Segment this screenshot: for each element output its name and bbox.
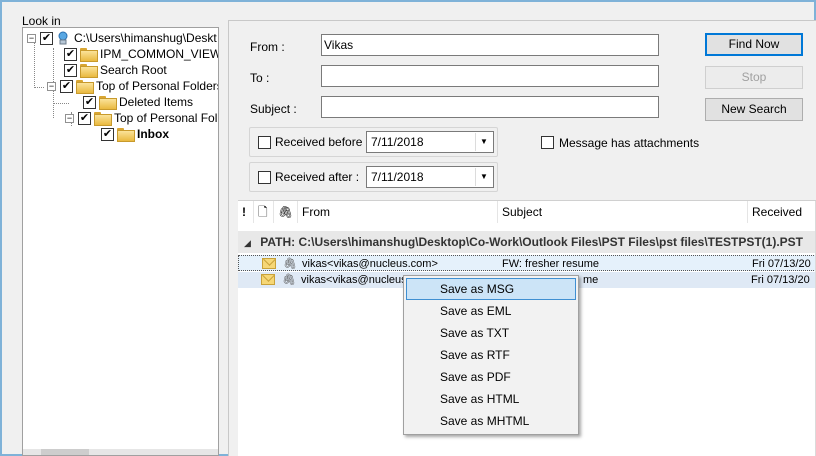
attachment-column-header[interactable]: 🖇	[274, 201, 298, 223]
tree-node-label: IPM_COMMON_VIEWS	[100, 47, 219, 61]
to-input[interactable]	[321, 65, 659, 87]
menu-item-save-as-html[interactable]: Save as HTML	[406, 388, 576, 410]
folder-icon	[99, 96, 117, 110]
subject-column-header[interactable]: Subject	[498, 201, 748, 223]
row-received: Fri 07/13/20	[752, 258, 811, 270]
subject-input[interactable]	[321, 96, 659, 118]
paperclip-icon: 🖇	[282, 274, 296, 286]
tree-node-label: Top of Personal Folders	[96, 79, 219, 93]
tree-checkbox[interactable]: ✔	[78, 111, 91, 125]
tree-node-label: Deleted Items	[119, 95, 194, 109]
attachments-label: Message has attachments	[559, 136, 700, 150]
received-before-datepicker[interactable]: 7/11/2018 ▼	[366, 131, 494, 153]
received-after-group: Received after : 7/11/2018 ▼	[249, 162, 498, 192]
row-subject: me	[583, 274, 599, 286]
tree-connector	[34, 42, 35, 88]
tree-checkbox[interactable]: ✔	[40, 31, 53, 45]
tree-connector	[53, 90, 54, 118]
folder-icon	[76, 80, 94, 94]
tree-horizontal-scrollbar[interactable]	[23, 449, 218, 455]
collapse-icon[interactable]: −	[65, 113, 74, 123]
received-after-checkbox[interactable]	[258, 171, 271, 184]
tree-node-top-of-personal-folders[interactable]: − ✔ Top of Personal Folders	[47, 78, 219, 94]
subject-label: Subject :	[250, 102, 297, 116]
tree-node-search-root[interactable]: ✔ Search Root	[64, 62, 167, 78]
tree-node-ipm-common-views[interactable]: ✔ IPM_COMMON_VIEWS	[64, 46, 219, 62]
importance-column-header[interactable]: !	[238, 201, 254, 223]
received-before-group: Received before : 7/11/2018 ▼	[249, 127, 498, 157]
menu-item-save-as-txt[interactable]: Save as TXT	[406, 322, 576, 344]
received-before-date: 7/11/2018	[371, 135, 424, 149]
attachments-checkbox[interactable]	[541, 136, 554, 149]
received-column-header[interactable]: Received	[748, 201, 816, 223]
to-label: To :	[250, 71, 270, 85]
row-from: vikas<vikas@nucleus	[301, 274, 407, 286]
folder-icon	[94, 112, 112, 126]
envelope-icon	[262, 258, 276, 269]
tree-checkbox[interactable]: ✔	[64, 63, 77, 77]
received-before-label: Received before :	[275, 135, 370, 149]
row-received: Fri 07/13/20	[751, 274, 810, 286]
stop-button[interactable]: Stop	[705, 66, 803, 89]
dropdown-arrow-icon[interactable]: ▼	[475, 133, 492, 151]
menu-item-save-as-mhtml[interactable]: Save as MHTML	[406, 410, 576, 432]
new-search-button[interactable]: New Search	[705, 98, 803, 121]
tree-node-label: C:\Users\himanshug\Deskt	[74, 31, 217, 45]
tree-node-deleted-items[interactable]: ✔ Deleted Items	[83, 94, 193, 110]
collapse-triangle-icon[interactable]: ◢	[244, 238, 251, 248]
table-row[interactable]: 🖇 vikas<vikas@nucleus.com> FW: fresher r…	[238, 255, 816, 271]
tree-node-top-of-personal-fol[interactable]: − ✔ Top of Personal Fol	[65, 110, 217, 126]
folder-icon	[117, 128, 135, 142]
tree-checkbox[interactable]: ✔	[83, 95, 96, 109]
tree-node-label: Top of Personal Fol	[114, 111, 218, 125]
results-header: ! 🗋 🖇 From Subject Received	[238, 201, 816, 223]
menu-item-save-as-rtf[interactable]: Save as RTF	[406, 344, 576, 366]
item-type-column-header[interactable]: 🗋	[254, 201, 274, 223]
received-after-date: 7/11/2018	[371, 170, 424, 184]
paperclip-icon: 🖇	[283, 258, 297, 270]
collapse-icon[interactable]: −	[47, 81, 56, 91]
from-input[interactable]	[321, 34, 659, 56]
tree-checkbox[interactable]: ✔	[60, 79, 73, 93]
row-subject: FW: fresher resume	[502, 258, 599, 270]
menu-item-save-as-msg[interactable]: Save as MSG	[406, 278, 576, 300]
envelope-icon	[261, 274, 275, 285]
row-from: vikas<vikas@nucleus.com>	[302, 258, 438, 270]
tree-node-pst-file[interactable]: − ✔ C:\Users\himanshug\Deskt	[27, 30, 217, 46]
folder-icon	[80, 48, 98, 62]
tree-checkbox[interactable]: ✔	[101, 127, 114, 141]
received-before-checkbox[interactable]	[258, 136, 271, 149]
path-text: PATH: C:\Users\himanshug\Desktop\Co-Work…	[260, 235, 804, 249]
folder-tree[interactable]: − ✔ C:\Users\himanshug\Deskt ✔ IPM_COMMO…	[22, 27, 219, 456]
received-after-datepicker[interactable]: 7/11/2018 ▼	[366, 166, 494, 188]
save-as-context-menu: Save as MSG Save as EML Save as TXT Save…	[403, 275, 579, 435]
tree-connector	[34, 87, 44, 88]
tree-node-label: Search Root	[100, 63, 167, 77]
tree-node-label: Inbox	[137, 127, 169, 141]
path-group-row[interactable]: ◢ PATH: C:\Users\himanshug\Desktop\Co-Wo…	[238, 231, 816, 253]
dropdown-arrow-icon[interactable]: ▼	[475, 168, 492, 186]
tree-node-inbox[interactable]: ✔ Inbox	[101, 126, 169, 142]
received-after-label: Received after :	[275, 170, 360, 184]
folder-icon	[80, 64, 98, 78]
scrollbar-thumb[interactable]	[41, 449, 89, 455]
find-now-button[interactable]: Find Now	[705, 33, 803, 56]
menu-item-save-as-pdf[interactable]: Save as PDF	[406, 366, 576, 388]
from-column-header[interactable]: From	[298, 201, 498, 223]
tree-checkbox[interactable]: ✔	[64, 47, 77, 61]
look-in-label: Look in	[22, 14, 61, 28]
from-label: From :	[250, 40, 285, 54]
menu-item-save-as-eml[interactable]: Save as EML	[406, 300, 576, 322]
tree-connector	[53, 103, 69, 104]
collapse-icon[interactable]: −	[27, 33, 36, 43]
pst-file-icon	[58, 31, 68, 45]
